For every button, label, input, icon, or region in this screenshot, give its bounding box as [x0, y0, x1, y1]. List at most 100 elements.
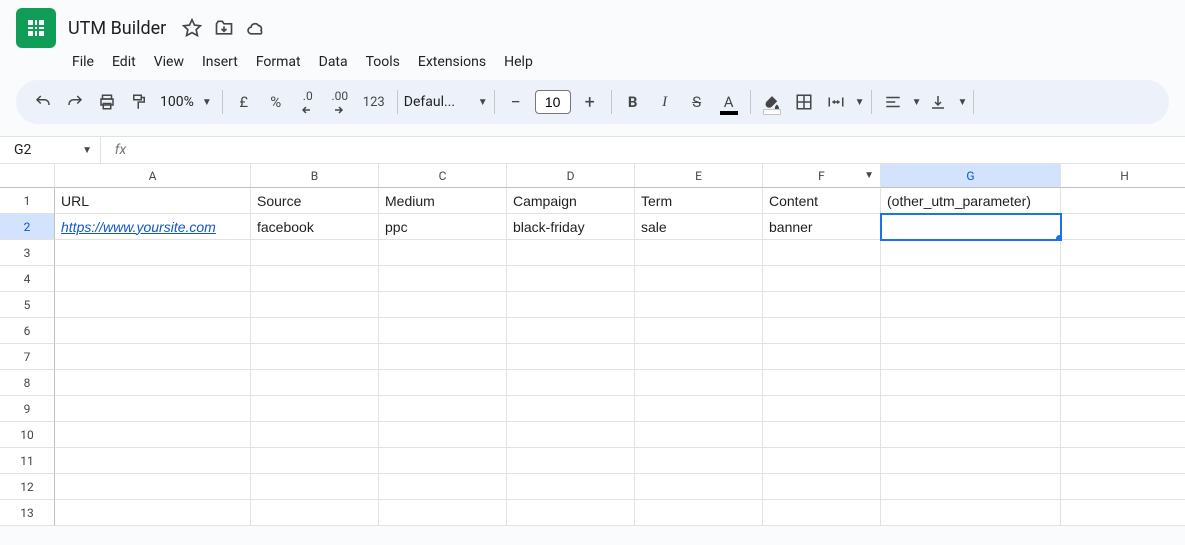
redo-button[interactable] — [60, 87, 90, 117]
menu-insert[interactable]: Insert — [194, 50, 246, 74]
row-header-7[interactable]: 7 — [0, 344, 55, 370]
cell-B6[interactable] — [251, 318, 379, 344]
menu-tools[interactable]: Tools — [358, 50, 408, 74]
cell-F12[interactable] — [763, 474, 881, 500]
cell-F13[interactable] — [763, 500, 881, 526]
cell-A13[interactable] — [55, 500, 251, 526]
fill-color-button[interactable] — [757, 87, 787, 117]
cell-C10[interactable] — [379, 422, 507, 448]
cell-E13[interactable] — [635, 500, 763, 526]
star-icon[interactable] — [182, 18, 202, 38]
cell-F9[interactable] — [763, 396, 881, 422]
row-header-4[interactable]: 4 — [0, 266, 55, 292]
cell-H2[interactable] — [1061, 214, 1185, 240]
more-formats-button[interactable]: 123 — [357, 87, 391, 117]
cell-H13[interactable] — [1061, 500, 1185, 526]
cell-G1[interactable]: (other_utm_parameter) — [881, 188, 1061, 214]
cell-B11[interactable] — [251, 448, 379, 474]
cell-G8[interactable] — [881, 370, 1061, 396]
cell-B1[interactable]: Source — [251, 188, 379, 214]
cell-G7[interactable] — [881, 344, 1061, 370]
cell-C1[interactable]: Medium — [379, 188, 507, 214]
cell-E5[interactable] — [635, 292, 763, 318]
v-align-button[interactable] — [923, 87, 953, 117]
cell-G10[interactable] — [881, 422, 1061, 448]
row-header-11[interactable]: 11 — [0, 448, 55, 474]
cell-G6[interactable] — [881, 318, 1061, 344]
text-color-button[interactable]: A — [714, 87, 744, 117]
cell-A1[interactable]: URL — [55, 188, 251, 214]
cell-E3[interactable] — [635, 240, 763, 266]
row-header-6[interactable]: 6 — [0, 318, 55, 344]
cell-D5[interactable] — [507, 292, 635, 318]
cell-H1[interactable] — [1061, 188, 1185, 214]
cell-H9[interactable] — [1061, 396, 1185, 422]
cell-C13[interactable] — [379, 500, 507, 526]
cell-C6[interactable] — [379, 318, 507, 344]
menu-file[interactable]: File — [64, 50, 102, 74]
merge-button[interactable] — [821, 87, 851, 117]
zoom-dropdown[interactable]: 100%▼ — [156, 94, 216, 110]
formula-input[interactable] — [140, 137, 1185, 163]
paint-format-button[interactable] — [124, 87, 154, 117]
cell-H7[interactable] — [1061, 344, 1185, 370]
cell-G5[interactable] — [881, 292, 1061, 318]
cell-D12[interactable] — [507, 474, 635, 500]
font-size-input[interactable] — [535, 90, 571, 114]
cell-D7[interactable] — [507, 344, 635, 370]
menu-format[interactable]: Format — [248, 50, 309, 74]
row-header-5[interactable]: 5 — [0, 292, 55, 318]
cell-H5[interactable] — [1061, 292, 1185, 318]
cell-B9[interactable] — [251, 396, 379, 422]
cell-D4[interactable] — [507, 266, 635, 292]
cell-F10[interactable] — [763, 422, 881, 448]
menu-help[interactable]: Help — [496, 50, 541, 74]
cell-G9[interactable] — [881, 396, 1061, 422]
cell-A7[interactable] — [55, 344, 251, 370]
cell-C12[interactable] — [379, 474, 507, 500]
cell-G11[interactable] — [881, 448, 1061, 474]
cell-D10[interactable] — [507, 422, 635, 448]
cell-E7[interactable] — [635, 344, 763, 370]
cell-B10[interactable] — [251, 422, 379, 448]
cell-A10[interactable] — [55, 422, 251, 448]
move-icon[interactable] — [214, 18, 234, 38]
cell-A11[interactable] — [55, 448, 251, 474]
col-header-F[interactable]: F▼ — [763, 164, 881, 188]
doc-title[interactable]: UTM Builder — [64, 18, 166, 39]
cell-C8[interactable] — [379, 370, 507, 396]
h-align-button[interactable] — [878, 87, 908, 117]
currency-button[interactable]: £ — [229, 87, 259, 117]
col-header-E[interactable]: E — [635, 164, 763, 188]
cell-E2[interactable]: sale — [635, 214, 763, 240]
cell-E1[interactable]: Term — [635, 188, 763, 214]
cell-H4[interactable] — [1061, 266, 1185, 292]
col-header-H[interactable]: H — [1061, 164, 1185, 188]
cell-D1[interactable]: Campaign — [507, 188, 635, 214]
col-header-C[interactable]: C — [379, 164, 507, 188]
cell-C2[interactable]: ppc — [379, 214, 507, 240]
cell-F3[interactable] — [763, 240, 881, 266]
cell-B5[interactable] — [251, 292, 379, 318]
cell-H10[interactable] — [1061, 422, 1185, 448]
cell-F11[interactable] — [763, 448, 881, 474]
cell-E10[interactable] — [635, 422, 763, 448]
cell-B12[interactable] — [251, 474, 379, 500]
cell-B3[interactable] — [251, 240, 379, 266]
cell-D2[interactable]: black-friday — [507, 214, 635, 240]
cell-G4[interactable] — [881, 266, 1061, 292]
row-header-10[interactable]: 10 — [0, 422, 55, 448]
cell-A5[interactable] — [55, 292, 251, 318]
cell-F6[interactable] — [763, 318, 881, 344]
decrease-font-button[interactable]: − — [501, 87, 531, 117]
cell-D13[interactable] — [507, 500, 635, 526]
cell-D8[interactable] — [507, 370, 635, 396]
row-header-3[interactable]: 3 — [0, 240, 55, 266]
print-button[interactable] — [92, 87, 122, 117]
cell-B7[interactable] — [251, 344, 379, 370]
cell-D3[interactable] — [507, 240, 635, 266]
cell-E6[interactable] — [635, 318, 763, 344]
cell-B8[interactable] — [251, 370, 379, 396]
cell-B4[interactable] — [251, 266, 379, 292]
cell-F2[interactable]: banner — [763, 214, 881, 240]
